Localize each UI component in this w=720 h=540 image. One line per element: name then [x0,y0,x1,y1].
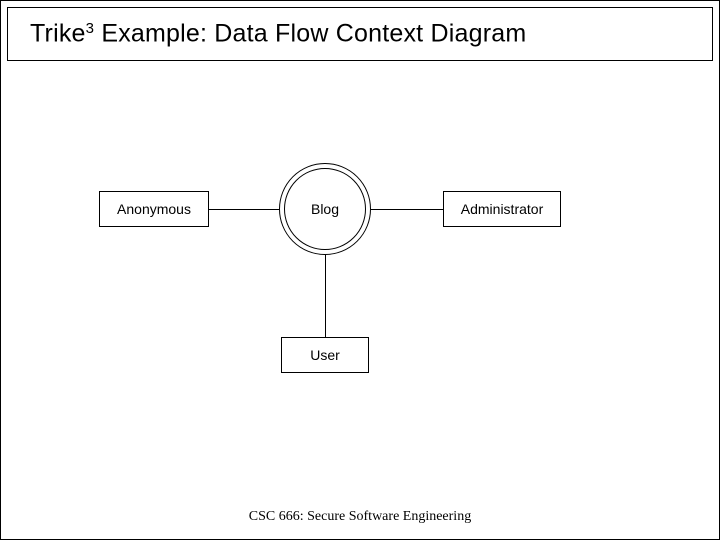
entity-anonymous: Anonymous [99,191,209,227]
slide-footer: CSC 666: Secure Software Engineering [1,509,719,525]
slide: Trike3 Example: Data Flow Context Diagra… [0,0,720,540]
connector-anonymous-blog [209,209,279,210]
entity-user: User [281,337,369,373]
entity-administrator: Administrator [443,191,561,227]
entity-anonymous-label: Anonymous [117,201,191,217]
entity-user-label: User [310,347,340,363]
connector-blog-administrator [371,209,443,210]
title-prefix: Trike [30,20,86,48]
entity-administrator-label: Administrator [461,201,543,217]
slide-title: Trike3 Example: Data Flow Context Diagra… [7,7,713,61]
context-diagram: Anonymous Blog Administrator User [1,61,719,499]
title-superscript: 3 [86,20,95,37]
title-rest: Example: Data Flow Context Diagram [94,20,526,48]
process-blog-label: Blog [279,163,371,255]
connector-blog-user [325,255,326,337]
process-blog: Blog [279,163,371,255]
